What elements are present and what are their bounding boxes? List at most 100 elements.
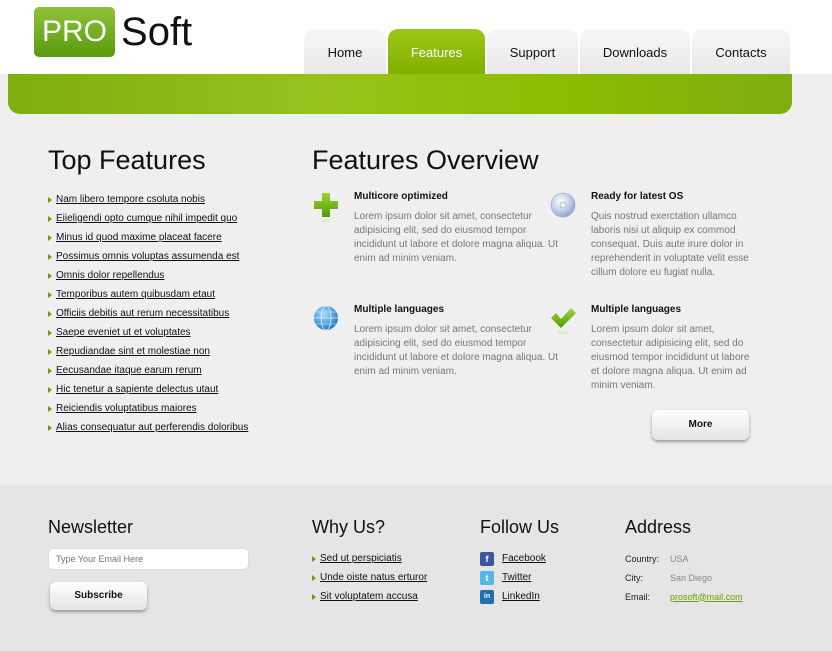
top-feature-link[interactable]: Reiciendis voluptatibus maiores <box>56 403 197 414</box>
why-us-link[interactable]: Sit voluptatem accusa <box>320 591 418 602</box>
nav-tab-downloads[interactable]: Downloads <box>580 29 690 74</box>
subscribe-button[interactable]: Subscribe <box>50 582 147 610</box>
list-item: Eecusandae itaque earum rerum <box>48 361 248 380</box>
feature-card: Multiple languages Lorem ipsum dolor sit… <box>314 304 564 379</box>
bullet-arrow-icon <box>48 386 52 393</box>
follow-us-title: Follow Us <box>480 517 560 537</box>
address-row: Email: prosoft@mail.com <box>625 587 743 606</box>
why-us-list: Sed ut perspiciatis Unde oiste natus ert… <box>312 549 427 606</box>
address-block: Country: USA City: San Diego Email: prosoft… <box>625 549 743 606</box>
nav-tab-support[interactable]: Support <box>487 29 578 74</box>
top-feature-link[interactable]: Saepe eveniet ut et voluptates <box>56 327 191 338</box>
address-row: Country: USA <box>625 549 743 568</box>
green-banner <box>8 74 792 114</box>
list-item: Repudiandae sint et molestiae non <box>48 342 248 361</box>
newsletter-title: Newsletter <box>48 517 134 537</box>
list-item: t Twitter <box>480 568 546 587</box>
email-link[interactable]: prosoft@mail.com <box>670 592 743 602</box>
top-feature-link[interactable]: Temporibus autem quibusdam etaut <box>56 289 215 300</box>
top-feature-link[interactable]: Alias consequatur aut perferendis dolori… <box>56 422 248 433</box>
bullet-arrow-icon <box>48 424 52 431</box>
logo[interactable]: PRO Soft <box>34 7 192 57</box>
bullet-arrow-icon <box>312 574 316 581</box>
nav-tab-features[interactable]: Features <box>388 29 485 74</box>
linkedin-icon[interactable]: in <box>480 589 494 604</box>
feature-card: Multiple languages Lorem ipsum dolor sit… <box>551 304 751 393</box>
bullet-arrow-icon <box>48 348 52 355</box>
feature-card: Ready for latest OS Quis nostrud exercta… <box>550 191 751 280</box>
why-us-link[interactable]: Unde oiste natus erturor <box>320 572 427 583</box>
facebook-icon[interactable]: f <box>480 551 494 566</box>
facebook-link[interactable]: Facebook <box>502 553 546 564</box>
address-row: City: San Diego <box>625 568 743 587</box>
top-features-list: Nam libero tempore csoluta nobis Eiielig… <box>48 190 248 437</box>
list-item: Reiciendis voluptatibus maiores <box>48 399 248 418</box>
list-item: Possimus omnis voluptas assumenda est <box>48 247 248 266</box>
address-title: Address <box>625 517 692 537</box>
list-item: in LinkedIn <box>480 587 546 606</box>
feature-text: Quis nostrud exerctation ullamco laboris… <box>591 211 749 278</box>
why-us-link[interactable]: Sed ut perspiciatis <box>320 553 402 564</box>
bullet-arrow-icon <box>48 405 52 412</box>
feature-text: Lorem ipsum dolor sit amet, consectetur … <box>591 324 750 391</box>
logo-soft-text: Soft <box>121 10 193 54</box>
plus-icon <box>314 193 338 223</box>
top-feature-link[interactable]: Possimus omnis voluptas assumenda est <box>56 251 239 262</box>
newsletter-email-input[interactable] <box>48 548 249 570</box>
list-item: Officiis debitis aut rerum necessitatibu… <box>48 304 248 323</box>
list-item: Nam libero tempore csoluta nobis <box>48 190 248 209</box>
nav-tab-home[interactable]: Home <box>304 29 386 74</box>
address-value: USA <box>670 553 689 564</box>
twitter-link[interactable]: Twitter <box>502 572 531 583</box>
list-item: Omnis dolor repellendus <box>48 266 248 285</box>
top-feature-link[interactable]: Minus id quod maxime placeat facere <box>56 232 222 243</box>
bullet-arrow-icon <box>48 310 52 317</box>
list-item: Saepe eveniet ut et voluptates <box>48 323 248 342</box>
list-item: Unde oiste natus erturor <box>312 568 427 587</box>
list-item: Hic tenetur a sapiente delectus utaut <box>48 380 248 399</box>
header: PRO Soft Home Features Support Downloads… <box>0 0 832 74</box>
bullet-arrow-icon <box>48 196 52 203</box>
top-feature-link[interactable]: Hic tenetur a sapiente delectus utaut <box>56 384 218 395</box>
bullet-arrow-icon <box>48 272 52 279</box>
bullet-arrow-icon <box>312 593 316 600</box>
nav-tab-contacts[interactable]: Contacts <box>692 29 790 74</box>
list-item: Eiieligendi opto cumque nihil impedit qu… <box>48 209 248 228</box>
top-feature-link[interactable]: Omnis dolor repellendus <box>56 270 164 281</box>
twitter-icon[interactable]: t <box>480 570 494 585</box>
bullet-arrow-icon <box>48 291 52 298</box>
list-item: Sit voluptatem accusa <box>312 587 427 606</box>
linkedin-link[interactable]: LinkedIn <box>502 591 540 602</box>
feature-text: Lorem ipsum dolor sit amet, consectetur … <box>354 211 559 264</box>
checkmark-icon <box>551 308 576 335</box>
bullet-arrow-icon <box>48 367 52 374</box>
logo-pro-text: PRO <box>34 7 116 57</box>
list-item: f Facebook <box>480 549 546 568</box>
top-feature-link[interactable]: Eecusandae itaque earum rerum <box>56 365 202 376</box>
feature-title: Multiple languages <box>591 304 682 315</box>
address-label: City: <box>625 572 643 583</box>
top-feature-link[interactable]: Officiis debitis aut rerum necessitatibu… <box>56 308 229 319</box>
more-button[interactable]: More <box>652 410 749 440</box>
features-overview-title: Features Overview <box>312 145 539 175</box>
list-item: Minus id quod maxime placeat facere <box>48 228 248 247</box>
globe-icon <box>314 305 338 331</box>
disc-icon <box>550 192 576 218</box>
feature-title: Multiple languages <box>354 304 445 315</box>
address-label: Country: <box>625 553 660 564</box>
address-value: San Diego <box>670 572 713 583</box>
top-feature-link[interactable]: Nam libero tempore csoluta nobis <box>56 194 205 205</box>
feature-title: Multicore optimized <box>354 191 448 202</box>
follow-us-list: f Facebook t Twitter in LinkedIn <box>480 549 546 606</box>
list-item: Sed ut perspiciatis <box>312 549 427 568</box>
list-item: Temporibus autem quibusdam etaut <box>48 285 248 304</box>
main-nav: Home Features Support Downloads Contacts <box>304 29 790 74</box>
top-feature-link[interactable]: Eiieligendi opto cumque nihil impedit qu… <box>56 213 237 224</box>
list-item: Alias consequatur aut perferendis dolori… <box>48 418 248 437</box>
top-feature-link[interactable]: Repudiandae sint et molestiae non <box>56 346 210 357</box>
feature-text: Lorem ipsum dolor sit amet, consectetur … <box>354 324 559 377</box>
feature-card: Multicore optimized Lorem ipsum dolor si… <box>314 191 564 266</box>
top-features-title: Top Features <box>48 145 206 175</box>
bullet-arrow-icon <box>48 234 52 241</box>
bullet-arrow-icon <box>312 555 316 562</box>
